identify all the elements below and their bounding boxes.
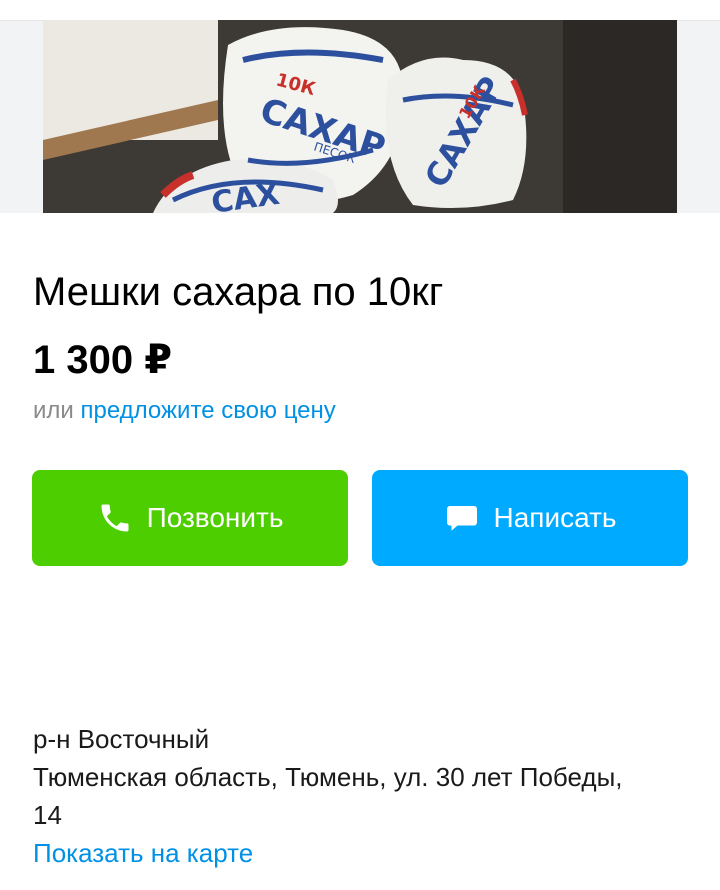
phone-icon bbox=[97, 500, 133, 536]
address-line: Тюменская область, Тюмень, ул. 30 лет По… bbox=[33, 762, 623, 792]
call-button[interactable]: Позвонить bbox=[32, 470, 348, 566]
top-bar bbox=[0, 0, 720, 21]
offer-prefix: или bbox=[33, 397, 81, 424]
sugar-bags-image: 10К САХАР ПЕСОК САХАР 10К САХ bbox=[43, 20, 677, 213]
suggest-price-link[interactable]: предложите свою цену bbox=[80, 397, 335, 424]
address-line-continued: 14 bbox=[33, 800, 62, 830]
location-block: р-н Восточный Тюменская область, Тюмень,… bbox=[33, 720, 693, 872]
listing-photo[interactable]: 10К САХАР ПЕСОК САХАР 10К САХ bbox=[43, 20, 677, 213]
photo-gallery[interactable]: 10К САХАР ПЕСОК САХАР 10К САХ bbox=[0, 0, 720, 213]
write-button[interactable]: Написать bbox=[372, 470, 688, 566]
listing-title: Мешки сахара по 10кг bbox=[33, 270, 444, 314]
price-offer: или предложите свою цену bbox=[33, 396, 336, 426]
show-on-map-link[interactable]: Показать на карте bbox=[33, 834, 693, 872]
write-button-label: Написать bbox=[493, 502, 617, 533]
call-button-label: Позвонить bbox=[146, 502, 284, 533]
listing-price: 1 300 ₽ bbox=[33, 338, 173, 382]
district: р-н Восточный bbox=[33, 724, 210, 754]
chat-bubble-icon bbox=[444, 500, 480, 536]
